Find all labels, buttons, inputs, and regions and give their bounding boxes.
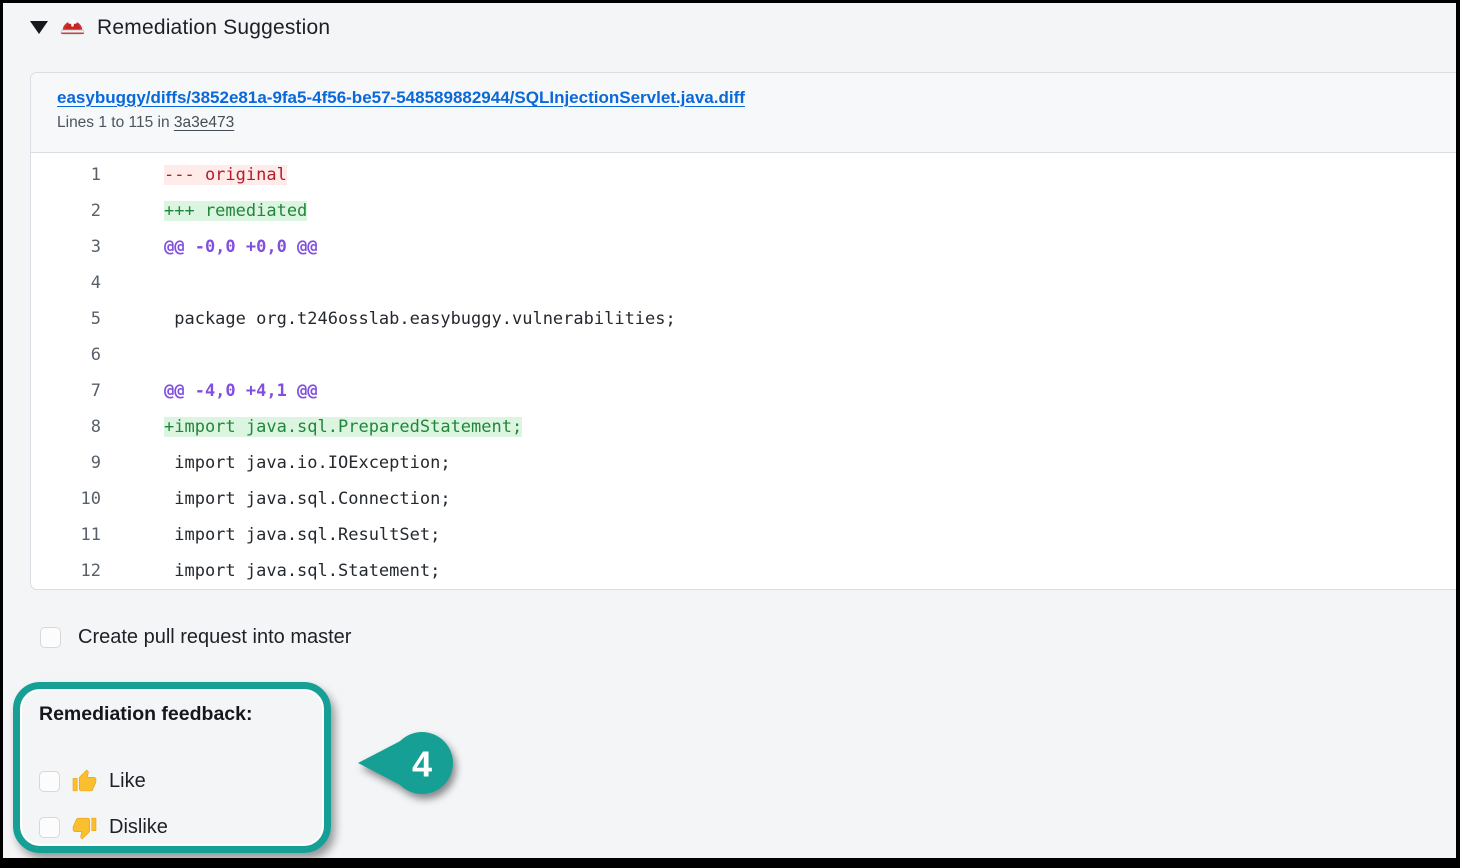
like-label: Like bbox=[109, 770, 146, 793]
code-text: +import java.sql.PreparedStatement; bbox=[164, 417, 522, 437]
code-cell: @@ -0,0 +0,0 @@ bbox=[101, 237, 318, 257]
diff-row: 12 import java.sql.Statement; bbox=[31, 553, 1456, 589]
line-number: 8 bbox=[31, 409, 101, 445]
line-number: 5 bbox=[31, 301, 101, 337]
screenshot-frame: Remediation Suggestion easybuggy/diffs/3… bbox=[0, 0, 1460, 868]
diff-row: 10 import java.sql.Connection; bbox=[31, 481, 1456, 517]
code-cell: +++ remediated bbox=[101, 201, 307, 221]
thumbs-up-icon bbox=[72, 769, 97, 794]
line-number: 6 bbox=[31, 337, 101, 373]
code-cell bbox=[101, 273, 174, 293]
diff-row: 5 package org.t246osslab.easybuggy.vulne… bbox=[31, 301, 1456, 337]
code-cell: import java.io.IOException; bbox=[101, 453, 451, 473]
create-pr-row: Create pull request into master bbox=[40, 626, 351, 649]
code-text: import java.sql.Statement; bbox=[164, 561, 440, 581]
diff-file-link[interactable]: easybuggy/diffs/3852e81a-9fa5-4f56-be57-… bbox=[57, 88, 745, 108]
create-pr-checkbox[interactable] bbox=[40, 627, 61, 648]
code-text: import java.sql.Connection; bbox=[164, 489, 451, 509]
line-number: 12 bbox=[31, 553, 101, 589]
code-text: package org.t246osslab.easybuggy.vulnera… bbox=[164, 309, 676, 329]
code-text: @@ -4,0 +4,1 @@ bbox=[164, 381, 318, 401]
dislike-checkbox[interactable] bbox=[39, 817, 60, 838]
diff-row: 6 bbox=[31, 337, 1456, 373]
code-cell: import java.sql.Statement; bbox=[101, 561, 440, 581]
diff-row: 7 @@ -4,0 +4,1 @@ bbox=[31, 373, 1456, 409]
feedback-options: Like Dislike bbox=[39, 767, 324, 841]
collapse-triangle-icon[interactable] bbox=[30, 21, 48, 34]
annotation-number: 4 bbox=[412, 744, 432, 785]
diff-panel: easybuggy/diffs/3852e81a-9fa5-4f56-be57-… bbox=[30, 72, 1456, 590]
line-number: 9 bbox=[31, 445, 101, 481]
thumbs-down-icon bbox=[72, 815, 97, 840]
code-cell bbox=[101, 345, 174, 365]
create-pr-label: Create pull request into master bbox=[78, 626, 351, 649]
feedback-option-like: Like bbox=[39, 767, 324, 795]
code-cell: import java.sql.Connection; bbox=[101, 489, 451, 509]
code-text: import java.io.IOException; bbox=[164, 453, 451, 473]
rescue-helmet-icon bbox=[59, 14, 86, 41]
diff-row: 8 +import java.sql.PreparedStatement; bbox=[31, 409, 1456, 445]
diff-row: 4 bbox=[31, 265, 1456, 301]
line-number: 1 bbox=[31, 157, 101, 193]
code-cell: package org.t246osslab.easybuggy.vulnera… bbox=[101, 309, 676, 329]
feedback-option-dislike: Dislike bbox=[39, 813, 324, 841]
feedback-title: Remediation feedback: bbox=[39, 703, 324, 726]
line-number: 2 bbox=[31, 193, 101, 229]
commit-ref-link[interactable]: 3a3e473 bbox=[174, 114, 234, 131]
diff-code-rows: 1 --- original 2 +++ remediated 3 @@ -0,0 +0,… bbox=[31, 153, 1456, 589]
diff-panel-header: easybuggy/diffs/3852e81a-9fa5-4f56-be57-… bbox=[31, 73, 1456, 153]
line-number: 4 bbox=[31, 265, 101, 301]
lines-info: Lines 1 to 115 in 3a3e473 bbox=[57, 114, 1440, 132]
section-title: Remediation Suggestion bbox=[97, 16, 330, 40]
code-text: --- original bbox=[164, 165, 287, 185]
lines-info-text: Lines 1 to 115 in bbox=[57, 114, 174, 131]
diff-row: 9 import java.io.IOException; bbox=[31, 445, 1456, 481]
diff-row: 11 import java.sql.ResultSet; bbox=[31, 517, 1456, 553]
like-checkbox[interactable] bbox=[39, 771, 60, 792]
code-cell: +import java.sql.PreparedStatement; bbox=[101, 417, 522, 437]
code-cell: @@ -4,0 +4,1 @@ bbox=[101, 381, 318, 401]
section-header: Remediation Suggestion bbox=[30, 14, 330, 41]
code-text: +++ remediated bbox=[164, 201, 307, 221]
annotation-callout-4: 4 bbox=[353, 723, 461, 807]
code-text: @@ -0,0 +0,0 @@ bbox=[164, 237, 318, 257]
diff-row: 3 @@ -0,0 +0,0 @@ bbox=[31, 229, 1456, 265]
remediation-feedback-box: Remediation feedback: Like Dislike bbox=[13, 682, 331, 853]
line-number: 3 bbox=[31, 229, 101, 265]
dislike-label: Dislike bbox=[109, 816, 168, 839]
code-cell: --- original bbox=[101, 165, 287, 185]
diff-row: 1 --- original bbox=[31, 157, 1456, 193]
line-number: 10 bbox=[31, 481, 101, 517]
code-cell: import java.sql.ResultSet; bbox=[101, 525, 440, 545]
line-number: 7 bbox=[31, 373, 101, 409]
line-number: 11 bbox=[31, 517, 101, 553]
diff-row: 2 +++ remediated bbox=[31, 193, 1456, 229]
code-text: import java.sql.ResultSet; bbox=[164, 525, 440, 545]
